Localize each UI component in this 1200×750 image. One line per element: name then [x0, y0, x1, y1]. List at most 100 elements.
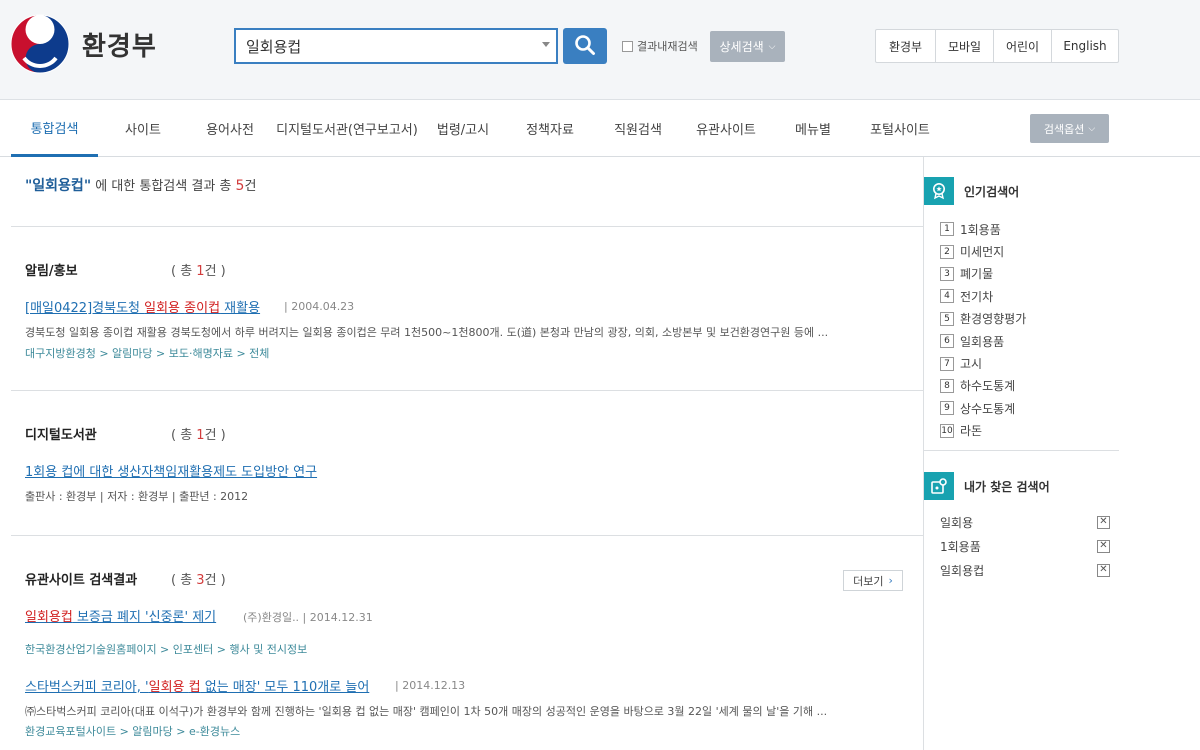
- count-prefix: ( 총: [171, 428, 197, 443]
- count-suffix: 건 ): [204, 264, 226, 279]
- popular-term: 전기차: [960, 289, 994, 304]
- section-count-notice: ( 총 1건 ): [171, 260, 226, 279]
- section-count-related: ( 총 3건 ): [171, 569, 226, 588]
- rank-badge: 3: [940, 266, 954, 281]
- taegeuk-logo-icon: [10, 14, 70, 74]
- tab-portal[interactable]: 포털사이트: [860, 100, 940, 156]
- detail-search-label: 상세검색: [719, 40, 764, 54]
- my-search-term[interactable]: 일회용컵: [940, 562, 984, 579]
- result-summary: "일회용컵" 에 대한 통합검색 결과 총 5건: [25, 175, 256, 195]
- popular-item[interactable]: 4 전기차: [940, 285, 1026, 307]
- popular-item[interactable]: 6 일회용품: [940, 330, 1026, 352]
- popular-item[interactable]: 1 1회용품: [940, 218, 1026, 240]
- result-title-link[interactable]: 일회용컵 보증금 폐지 '신중론' 제기: [25, 606, 216, 625]
- detail-search-button[interactable]: 상세검색 ⌵: [710, 31, 785, 62]
- popular-item[interactable]: 8 하수도통계: [940, 375, 1026, 397]
- section-title-notice: 알림/홍보: [25, 264, 78, 279]
- checkbox[interactable]: [622, 40, 633, 52]
- title-part: 없는 매장' 모두 110개로 늘어: [200, 680, 370, 695]
- search-box: [234, 28, 558, 64]
- result-title-link[interactable]: [매일0422]경북도청 일회용 종이컵 재활용: [25, 297, 260, 316]
- rank-badge: 9: [940, 401, 954, 416]
- my-search-item: 일회용컵 ✕: [940, 558, 1110, 582]
- top-link-mobile[interactable]: 모바일: [936, 30, 994, 62]
- title-part: [매일0422]경북도청: [25, 301, 145, 316]
- divider: [11, 390, 923, 391]
- section-title-related: 유관사이트 검색결과: [25, 573, 138, 588]
- count-prefix: ( 총: [171, 573, 197, 588]
- rank-badge: 5: [940, 311, 954, 326]
- section-title-library: 디지털도서관: [25, 428, 97, 443]
- tab-laws[interactable]: 법령/고시: [428, 100, 498, 156]
- tab-policy[interactable]: 정책자료: [515, 100, 585, 156]
- popular-item[interactable]: 2 미세먼지: [940, 240, 1026, 262]
- top-link-english[interactable]: English: [1052, 30, 1118, 62]
- award-badge-icon: [924, 177, 954, 205]
- tab-integrated[interactable]: 통합검색: [11, 100, 98, 157]
- popular-term: 미세먼지: [960, 245, 1005, 260]
- result-description: 경북도청 일회용 종이컵 재활용 경북도청에서 하루 버려지는 일회용 종이컵은…: [25, 326, 829, 339]
- rank-badge: 8: [940, 378, 954, 393]
- tab-glossary[interactable]: 용어사전: [194, 100, 266, 156]
- chevron-down-icon: ⌵: [768, 41, 776, 52]
- search-icon: [575, 34, 595, 55]
- result-path-link[interactable]: 한국환경산업기술원홈페이지 > 인포센터 > 행사 및 전시정보: [25, 641, 307, 657]
- title-part: 보증금 폐지 '신중론' 제기: [72, 610, 217, 625]
- divider: [11, 226, 923, 227]
- result-path-link[interactable]: 환경교육포털사이트 > 알림마당 > e-환경뉴스: [25, 723, 240, 739]
- close-icon[interactable]: ✕: [1097, 539, 1110, 553]
- my-search-item: 1회용품 ✕: [940, 534, 1110, 558]
- top-link-kids[interactable]: 어린이: [994, 30, 1052, 62]
- top-link-moe[interactable]: 환경부: [876, 30, 936, 62]
- tab-menu[interactable]: 메뉴별: [783, 100, 843, 156]
- my-searches-title: 내가 찾은 검색어: [964, 479, 1050, 494]
- tab-related-sites[interactable]: 유관사이트: [686, 100, 766, 156]
- results-main: "일회용컵" 에 대한 통합검색 결과 총 5건 알림/홍보 ( 총 1건 ) …: [11, 157, 923, 750]
- popular-header: 인기검색어: [924, 177, 1019, 205]
- my-search-term[interactable]: 일회용: [940, 514, 973, 531]
- result-title-link[interactable]: 1회용 컵에 대한 생산자책임재활용제도 도입방안 연구: [25, 461, 317, 480]
- count-number: 1: [196, 264, 205, 279]
- popular-term: 상수도통계: [960, 401, 1016, 416]
- search-input[interactable]: [236, 30, 526, 62]
- tab-staff[interactable]: 직원검색: [603, 100, 673, 156]
- title-highlight: 일회용: [144, 301, 181, 316]
- popular-item[interactable]: 7 고시: [940, 352, 1026, 374]
- popular-title: 인기검색어: [964, 184, 1020, 199]
- popular-term: 일회용품: [960, 334, 1005, 349]
- result-in-search-checkbox[interactable]: 결과내재검색: [622, 38, 698, 54]
- logo-link[interactable]: 환경부: [10, 14, 157, 74]
- tab-site[interactable]: 사이트: [108, 100, 178, 156]
- close-icon[interactable]: ✕: [1097, 563, 1110, 577]
- result-path-link[interactable]: 대구지방환경청 > 알림마당 > 보도·해명자료 > 전체: [25, 345, 269, 361]
- dropdown-caret-icon[interactable]: [542, 42, 550, 47]
- title-highlight: 컵: [188, 680, 201, 695]
- search-tabs: 통합검색 사이트 용어사전 디지털도서관(연구보고서) 법령/고시 정책자료 직…: [0, 100, 1200, 157]
- my-search-term[interactable]: 1회용품: [940, 538, 981, 555]
- popular-term: 하수도통계: [960, 379, 1016, 394]
- more-button[interactable]: 더보기 ›: [843, 570, 903, 591]
- result-title-link[interactable]: 스타벅스커피 코리아, '일회용 컵 없는 매장' 모두 110개로 늘어: [25, 676, 369, 695]
- my-search-item: 일회용 ✕: [940, 510, 1110, 534]
- result-date: | 2014.12.13: [395, 679, 466, 692]
- chevron-right-icon: ›: [888, 574, 893, 587]
- popular-term: 고시: [960, 357, 983, 372]
- popular-term: 라돈: [960, 424, 983, 439]
- result-description: ㈜스타벅스커피 코리아(대표 이석구)가 환경부와 함께 진행하는 '일회용 컵…: [25, 705, 828, 718]
- rank-badge: 6: [940, 334, 954, 349]
- title-highlight: 일회용: [148, 680, 185, 695]
- count-number: 3: [196, 573, 205, 588]
- search-button[interactable]: [563, 28, 607, 64]
- popular-list: 1 1회용품 2 미세먼지 3 폐기물 4 전기차 5 환경영향평가 6 일회용품 7 고시 …: [940, 218, 1026, 442]
- close-icon[interactable]: ✕: [1097, 515, 1110, 529]
- popular-term: 1회용품: [960, 222, 1001, 237]
- popular-item[interactable]: 9 상수도통계: [940, 397, 1026, 419]
- popular-item[interactable]: 10 라돈: [940, 420, 1026, 442]
- popular-item[interactable]: 5 환경영향평가: [940, 308, 1026, 330]
- tab-digital-library[interactable]: 디지털도서관(연구보고서): [272, 100, 422, 156]
- search-options-button[interactable]: 검색옵션 ⌵: [1030, 114, 1109, 143]
- summary-unit: 건: [244, 179, 257, 194]
- popular-item[interactable]: 3 폐기물: [940, 263, 1026, 285]
- popular-term: 폐기물: [960, 267, 994, 282]
- count-number: 1: [196, 428, 205, 443]
